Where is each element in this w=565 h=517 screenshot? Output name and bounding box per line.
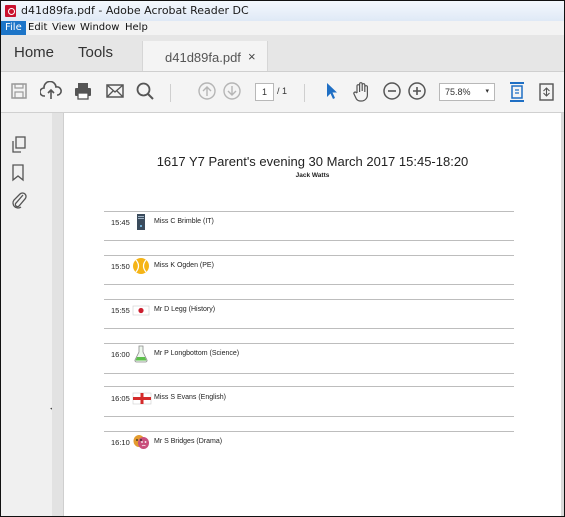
menu-help[interactable]: Help bbox=[125, 22, 148, 33]
hand-tool-icon[interactable] bbox=[351, 81, 373, 103]
page-number-input[interactable]: 1 bbox=[255, 83, 274, 101]
row-divider bbox=[104, 386, 514, 387]
save-icon[interactable] bbox=[9, 81, 29, 101]
menu-bar: File Edit View Window Help bbox=[1, 21, 564, 35]
title-bar: d41d89fa.pdf - Adobe Acrobat Reader DC bbox=[1, 1, 564, 21]
menu-view[interactable]: View bbox=[52, 22, 76, 33]
row-divider bbox=[104, 328, 514, 329]
cloud-upload-icon[interactable] bbox=[40, 81, 62, 101]
appointment-time: 16:10 bbox=[111, 438, 130, 447]
tab-bar: Home Tools d41d89fa.pdf × bbox=[1, 35, 564, 72]
tab-document[interactable]: d41d89fa.pdf × bbox=[142, 41, 268, 71]
menu-file[interactable]: File bbox=[1, 21, 26, 35]
acrobat-app-icon bbox=[5, 5, 16, 17]
row-divider bbox=[104, 373, 514, 374]
bookmark-icon[interactable] bbox=[10, 163, 26, 188]
chevron-down-icon: ▾ bbox=[485, 88, 489, 95]
acrobat-window: d41d89fa.pdf - Adobe Acrobat Reader DC F… bbox=[0, 0, 565, 517]
row-divider bbox=[104, 343, 514, 344]
flask-icon bbox=[132, 345, 150, 363]
tab-document-label: d41d89fa.pdf bbox=[165, 50, 241, 65]
teacher-name: Miss K Ogden (PE) bbox=[154, 262, 214, 269]
appointment-time: 15:45 bbox=[111, 218, 130, 227]
zoom-out-icon[interactable] bbox=[382, 81, 402, 101]
appointment-time: 16:00 bbox=[111, 350, 130, 359]
fit-page-icon[interactable] bbox=[507, 81, 527, 103]
page-view-icon[interactable] bbox=[538, 81, 556, 103]
teacher-name: Mr D Legg (History) bbox=[154, 306, 216, 313]
row-divider bbox=[104, 284, 514, 285]
row-divider bbox=[104, 416, 514, 417]
theatre-masks-icon bbox=[132, 433, 150, 451]
zoom-level-value: 75.8% bbox=[445, 87, 471, 97]
document-title: 1617 Y7 Parent's evening 30 March 2017 1… bbox=[156, 154, 469, 169]
window-title: d41d89fa.pdf - Adobe Acrobat Reader DC bbox=[21, 4, 249, 17]
search-icon[interactable] bbox=[135, 81, 155, 101]
japan-flag-icon bbox=[132, 301, 150, 319]
zoom-in-icon[interactable] bbox=[407, 81, 427, 101]
tennis-ball-icon bbox=[132, 257, 150, 275]
select-cursor-icon[interactable] bbox=[324, 81, 340, 101]
row-divider bbox=[104, 255, 514, 256]
previous-page-icon[interactable] bbox=[197, 81, 217, 101]
toolbar: 1 / 1 75.8% ▾ bbox=[1, 72, 564, 113]
student-name: Jack Watts bbox=[295, 172, 330, 179]
print-icon[interactable] bbox=[73, 81, 93, 101]
vertical-scrollbar[interactable] bbox=[561, 113, 564, 516]
teacher-name: Miss C Brimble (IT) bbox=[154, 218, 214, 225]
zoom-level-select[interactable]: 75.8% ▾ bbox=[439, 83, 495, 101]
tab-close-button[interactable]: × bbox=[248, 49, 256, 64]
teacher-name: Miss S Evans (English) bbox=[154, 394, 226, 401]
pdf-page: 1617 Y7 Parent's evening 30 March 2017 1… bbox=[64, 113, 561, 516]
menu-window[interactable]: Window bbox=[80, 22, 119, 33]
tab-home[interactable]: Home bbox=[14, 44, 54, 61]
row-divider bbox=[104, 211, 514, 212]
appointment-time: 15:50 bbox=[111, 262, 130, 271]
computer-tower-icon bbox=[132, 213, 150, 231]
attachment-icon[interactable] bbox=[10, 189, 28, 214]
toolbar-separator bbox=[304, 84, 305, 102]
row-divider bbox=[104, 299, 514, 300]
teacher-name: Mr S Bridges (Drama) bbox=[154, 438, 223, 445]
appointment-time: 16:05 bbox=[111, 394, 130, 403]
email-icon[interactable] bbox=[105, 81, 125, 101]
navigation-pane: ◂ bbox=[1, 113, 55, 516]
page-total: / 1 bbox=[277, 86, 288, 96]
appointment-time: 15:55 bbox=[111, 306, 130, 315]
england-flag-icon bbox=[132, 389, 152, 407]
page-thumbnails-icon[interactable] bbox=[10, 135, 28, 160]
teacher-name: Mr P Longbottom (Science) bbox=[154, 350, 240, 357]
menu-edit[interactable]: Edit bbox=[28, 22, 47, 33]
row-divider bbox=[104, 431, 514, 432]
row-divider bbox=[104, 240, 514, 241]
toolbar-separator bbox=[170, 84, 171, 102]
document-gutter bbox=[52, 113, 64, 516]
next-page-icon[interactable] bbox=[222, 81, 242, 101]
tab-tools[interactable]: Tools bbox=[78, 44, 113, 61]
